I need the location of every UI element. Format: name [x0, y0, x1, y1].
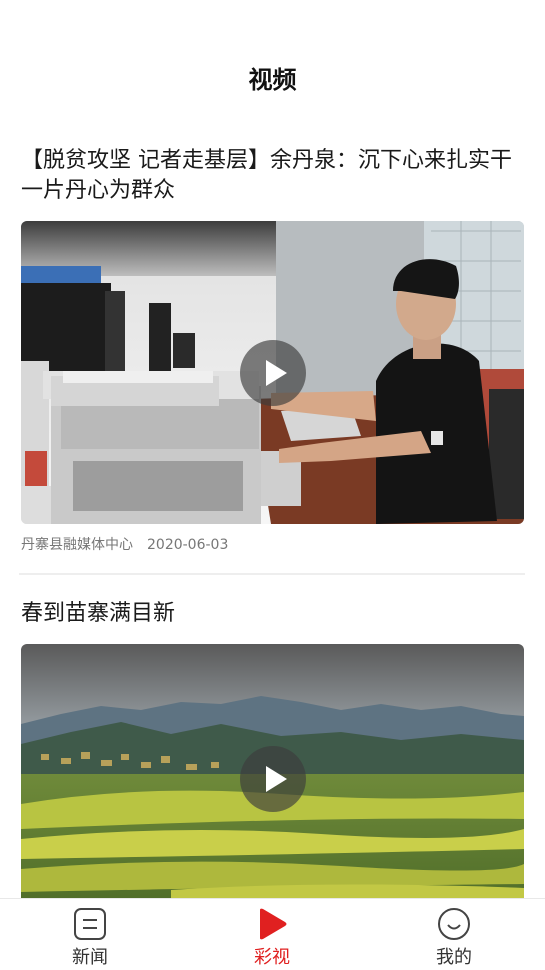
video-play-icon — [260, 908, 287, 940]
play-button[interactable] — [239, 746, 306, 812]
video-date: 2020-06-03 — [147, 537, 229, 553]
video-card[interactable]: 春到苗寨满目新 — [0, 575, 545, 898]
tab-mine[interactable]: 我的 — [394, 899, 514, 970]
play-icon — [265, 359, 287, 386]
video-thumbnail[interactable] — [21, 221, 524, 524]
video-meta: 丹寨县融媒体中心 2020-06-03 — [21, 534, 524, 554]
tab-news-label: 新闻 — [72, 947, 108, 968]
bottom-tab-bar: 新闻 彩视 我的 — [0, 898, 545, 970]
video-source: 丹寨县融媒体中心 — [21, 537, 133, 553]
video-title[interactable]: 【脱贫攻坚 记者走基层】余丹泉：沉下心来扎实干 一片丹心为群众 — [21, 146, 524, 206]
page-title: 视频 — [248, 66, 297, 94]
play-button[interactable] — [239, 339, 306, 406]
video-title[interactable]: 春到苗寨满目新 — [21, 599, 524, 629]
header: 视频 — [0, 0, 545, 118]
app: 视频 【脱贫攻坚 记者走基层】余丹泉：沉下心来扎实干 一片丹心为群众 丹寨县融媒… — [0, 0, 545, 970]
news-icon — [74, 908, 106, 940]
play-icon — [265, 766, 287, 792]
tab-news[interactable]: 新闻 — [30, 899, 150, 970]
video-card[interactable]: 【脱贫攻坚 记者走基层】余丹泉：沉下心来扎实干 一片丹心为群众 丹寨县融媒体中心… — [0, 118, 545, 554]
video-feed[interactable]: 【脱贫攻坚 记者走基层】余丹泉：沉下心来扎实干 一片丹心为群众 丹寨县融媒体中心… — [0, 118, 545, 898]
tab-video[interactable]: 彩视 — [212, 899, 332, 970]
video-thumbnail[interactable] — [21, 644, 524, 898]
tab-mine-label: 我的 — [436, 947, 472, 968]
tab-video-label: 彩视 — [254, 947, 290, 968]
profile-icon — [438, 908, 470, 940]
